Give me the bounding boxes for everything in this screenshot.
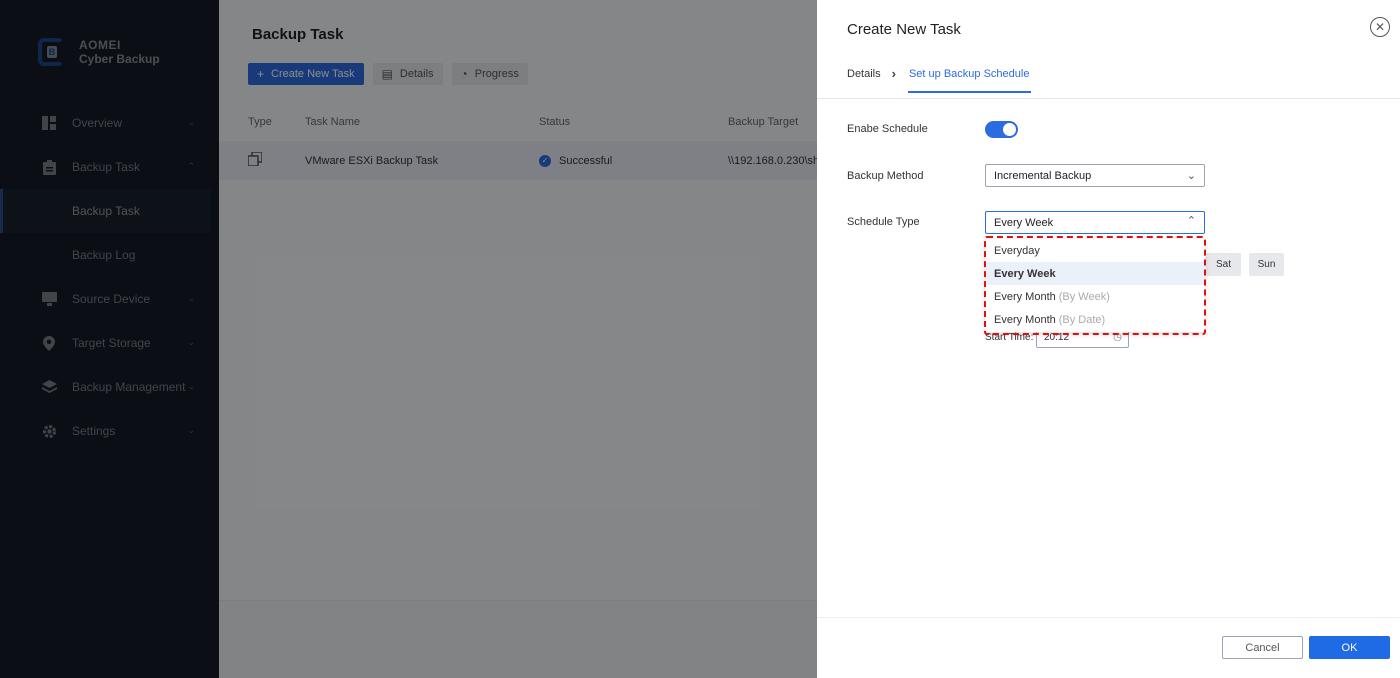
option-every-month-by-week[interactable]: Every Month (By Week) bbox=[985, 285, 1205, 308]
clock-icon: ◷ bbox=[1113, 332, 1122, 343]
enable-schedule-label: Enabe Schedule bbox=[847, 123, 928, 135]
backup-method-select[interactable]: Incremental Backup ⌄ bbox=[985, 164, 1205, 187]
option-hint: (By Date) bbox=[1058, 313, 1106, 326]
step-backup-schedule[interactable]: Set up Backup Schedule bbox=[907, 68, 1032, 93]
chevron-up-icon: ⌃ bbox=[1186, 215, 1196, 227]
day-button-sun[interactable]: Sun bbox=[1249, 253, 1284, 276]
backup-method-value: Incremental Backup bbox=[994, 169, 1092, 182]
schedule-type-dropdown: Everyday Every Week Every Month (By Week… bbox=[985, 239, 1205, 332]
day-button-sat[interactable]: Sat bbox=[1206, 253, 1241, 276]
option-label: Every Month bbox=[994, 290, 1056, 303]
panel-title: Create New Task bbox=[847, 21, 961, 38]
chevron-right-icon: › bbox=[891, 66, 896, 81]
chevron-down-icon: ⌄ bbox=[1186, 170, 1196, 182]
start-time-value: 20:12 bbox=[1044, 332, 1070, 343]
cancel-button[interactable]: Cancel bbox=[1222, 636, 1303, 659]
option-hint: (By Week) bbox=[1058, 290, 1110, 303]
toggle-knob bbox=[1003, 123, 1016, 136]
backup-method-label: Backup Method bbox=[847, 170, 924, 182]
schedule-type-select[interactable]: Every Week ⌃ bbox=[985, 211, 1205, 234]
schedule-type-label: Schedule Type bbox=[847, 216, 920, 228]
enable-schedule-toggle[interactable] bbox=[985, 121, 1018, 138]
step-breadcrumb: Details › Set up Backup Schedule bbox=[847, 66, 1032, 93]
step-details[interactable]: Details bbox=[847, 68, 881, 80]
modal-overlay[interactable] bbox=[0, 0, 817, 678]
schedule-type-value: Every Week bbox=[994, 216, 1054, 229]
ok-button[interactable]: OK bbox=[1309, 636, 1390, 659]
option-label: Every Week bbox=[994, 267, 1056, 280]
start-time-label: Start Time: bbox=[985, 332, 1034, 343]
create-task-panel: Create New Task ✕ Details › Set up Backu… bbox=[817, 0, 1400, 678]
close-icon[interactable]: ✕ bbox=[1370, 17, 1390, 37]
option-label: Everyday bbox=[994, 244, 1040, 257]
option-every-week[interactable]: Every Week bbox=[985, 262, 1205, 285]
start-time-input[interactable]: 20:12 ◷ bbox=[1036, 332, 1129, 348]
footer-divider bbox=[817, 617, 1400, 618]
option-everyday[interactable]: Everyday bbox=[985, 239, 1205, 262]
option-label: Every Month bbox=[994, 313, 1056, 326]
divider bbox=[817, 98, 1400, 99]
option-every-month-by-date[interactable]: Every Month (By Date) bbox=[985, 308, 1205, 331]
